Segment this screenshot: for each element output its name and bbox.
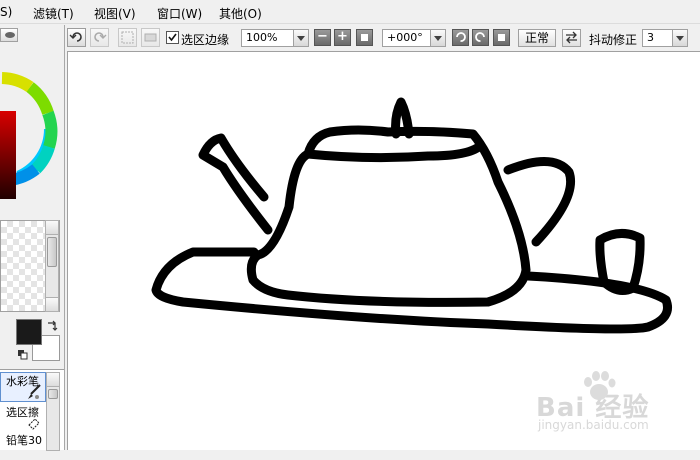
scroll-thumb[interactable] bbox=[47, 237, 57, 267]
swatch-panel[interactable] bbox=[0, 220, 60, 312]
stabilizer-label: 抖动修正 bbox=[589, 33, 638, 47]
watermark-url: jingyan.baidu.com bbox=[538, 418, 649, 432]
primary-color-front[interactable] bbox=[16, 319, 42, 345]
rotate-right-button[interactable] bbox=[472, 29, 489, 46]
normal-view-button[interactable]: 正常 bbox=[518, 29, 556, 47]
rotation-reset-button[interactable] bbox=[493, 29, 510, 46]
rotate-right-icon bbox=[475, 32, 485, 42]
zoom-out-button[interactable]: − bbox=[314, 29, 331, 46]
stabilizer-value: 3 bbox=[647, 31, 654, 44]
chevron-down-icon bbox=[430, 30, 445, 46]
menu-item-selection[interactable]: S) bbox=[0, 5, 12, 19]
tool-item-watercolor[interactable]: 水彩笔 bbox=[0, 372, 46, 402]
eraser-icon bbox=[28, 418, 40, 430]
selection-edge-checkbox[interactable] bbox=[166, 31, 179, 44]
redo-icon bbox=[94, 32, 107, 42]
stabilizer-select[interactable]: 3 bbox=[642, 29, 688, 47]
swap-colors-icon[interactable] bbox=[45, 319, 59, 333]
deselect-button[interactable] bbox=[118, 28, 137, 47]
toolbar: 选区边缘 100% − + +000° 正常 抖动修正 3 bbox=[66, 25, 700, 51]
zoom-in-button[interactable]: + bbox=[334, 29, 351, 46]
zoom-select[interactable]: 100% bbox=[241, 29, 309, 47]
flip-horizontal-button[interactable] bbox=[562, 29, 581, 47]
drawing-canvas[interactable]: Bai 经验 jingyan.baidu.com bbox=[67, 51, 700, 450]
panel-toggle-button[interactable] bbox=[0, 28, 18, 42]
zoom-reset-button[interactable] bbox=[356, 29, 373, 46]
tray-outline bbox=[151, 247, 672, 334]
tool-item-selection-eraser[interactable]: 选区擦 bbox=[0, 402, 46, 432]
tool-list-scrollbar[interactable] bbox=[46, 372, 60, 451]
menu-item-window[interactable]: 窗口(W) bbox=[157, 5, 202, 22]
chevron-down-icon bbox=[293, 30, 308, 46]
tool-item-pencil[interactable]: 铅笔30 bbox=[0, 430, 46, 460]
scroll-thumb[interactable] bbox=[48, 389, 58, 399]
rotation-select[interactable]: +000° bbox=[382, 29, 446, 47]
rotate-left-icon bbox=[456, 32, 466, 42]
scroll-up-icon[interactable] bbox=[46, 221, 58, 235]
teapot-spout bbox=[198, 133, 273, 235]
left-panel: 水彩笔 选区擦 铅笔30 bbox=[0, 25, 65, 451]
menu-item-filter[interactable]: 滤镜(T) bbox=[33, 5, 74, 22]
menu-item-view[interactable]: 视图(V) bbox=[94, 5, 136, 22]
deselect-icon bbox=[121, 31, 134, 44]
lid-line bbox=[303, 141, 485, 163]
zoom-value: 100% bbox=[246, 31, 278, 44]
checkmark-icon bbox=[168, 33, 177, 42]
chevron-down-icon bbox=[672, 30, 687, 46]
undo-icon bbox=[69, 32, 82, 42]
brush-icon bbox=[28, 384, 41, 399]
crop-icon bbox=[144, 33, 157, 42]
saturation-value-box[interactable] bbox=[0, 111, 16, 199]
reset-colors-icon[interactable] bbox=[17, 349, 29, 361]
palette-icon bbox=[5, 32, 15, 38]
scroll-up-icon[interactable] bbox=[47, 373, 59, 387]
undo-button[interactable] bbox=[67, 28, 86, 47]
rotate-left-button[interactable] bbox=[452, 29, 469, 46]
scroll-down-icon[interactable] bbox=[46, 297, 58, 311]
crop-button[interactable] bbox=[141, 28, 160, 47]
square-icon bbox=[361, 34, 368, 41]
square-icon bbox=[498, 34, 505, 41]
tool-label: 铅笔30 bbox=[6, 434, 42, 447]
swatch-scrollbar[interactable] bbox=[45, 220, 59, 312]
color-wheel[interactable] bbox=[0, 49, 60, 219]
selection-edge-label: 选区边缘 bbox=[181, 33, 230, 47]
paw-icon bbox=[584, 371, 616, 400]
menu-item-other[interactable]: 其他(O) bbox=[219, 5, 262, 22]
tool-list: 水彩笔 选区擦 铅笔30 bbox=[0, 369, 64, 451]
menu-bar: S) 滤镜(T) 视图(V) 窗口(W) 其他(O) bbox=[0, 0, 700, 24]
flip-icon bbox=[566, 31, 577, 44]
rotation-value: +000° bbox=[387, 31, 423, 44]
redo-button[interactable] bbox=[90, 28, 109, 47]
